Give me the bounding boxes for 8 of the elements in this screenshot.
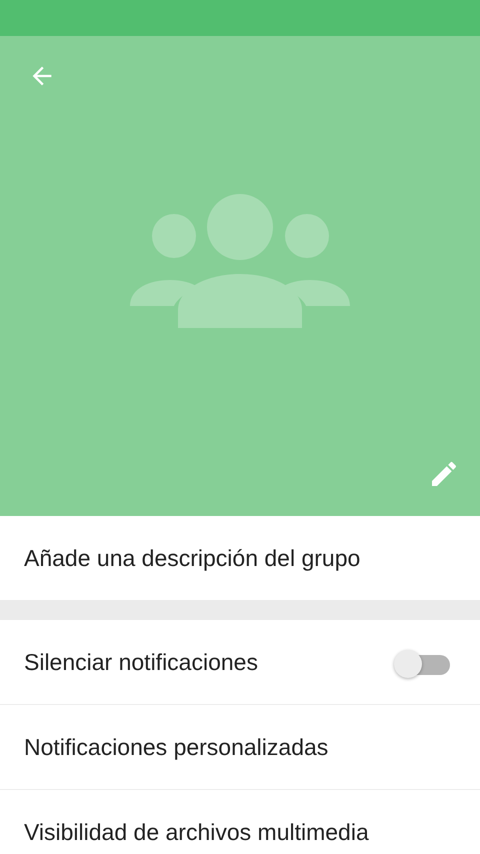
settings-item[interactable]: Notificaciones personalizadas xyxy=(0,705,480,790)
group-icon xyxy=(130,194,350,328)
description-field[interactable]: Añade una descripción del grupo xyxy=(24,544,456,572)
settings-item[interactable]: Visibilidad de archivos multimedia xyxy=(0,790,480,854)
settings-label: Notificaciones personalizadas xyxy=(24,734,328,760)
settings-item[interactable]: Silenciar notificaciones xyxy=(0,620,480,705)
settings-label: Silenciar notificaciones xyxy=(24,648,258,676)
settings-label: Visibilidad de archivos multimedia xyxy=(24,818,369,846)
